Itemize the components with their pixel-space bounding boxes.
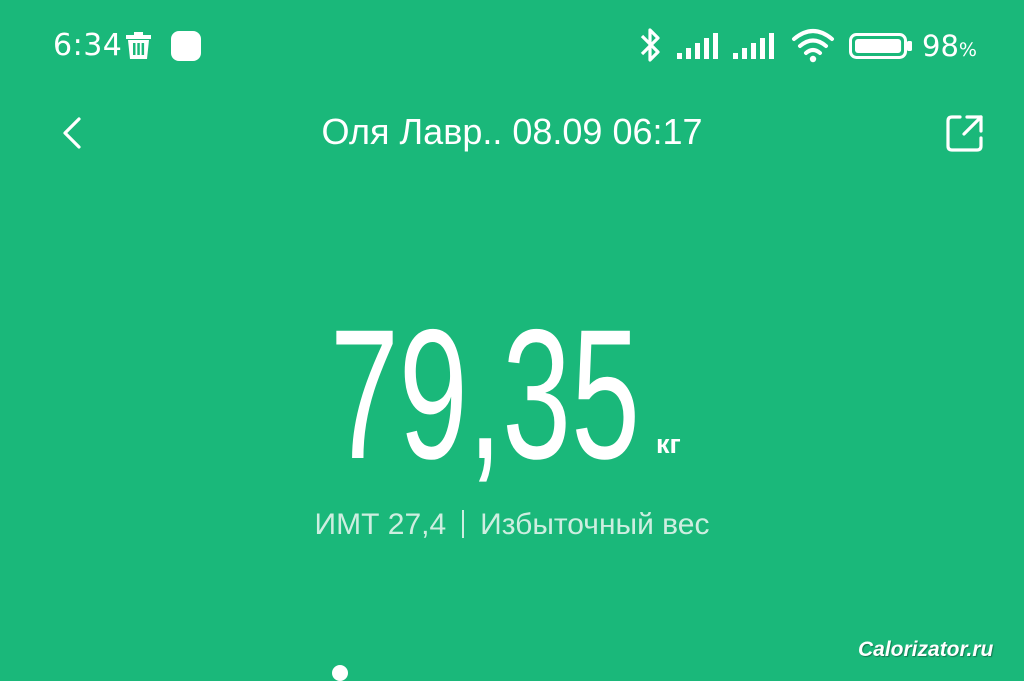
status-time: 6:34 (53, 28, 123, 63)
signal-icon (733, 33, 774, 59)
trash-icon (126, 32, 151, 59)
bmi-value: ИМТ 27,4 (314, 508, 447, 541)
battery-percentage: 98% (922, 29, 977, 63)
bmi-divider (462, 510, 465, 538)
status-bar: 6:34 98% (0, 0, 1024, 92)
page-indicator-dot (332, 665, 348, 681)
signal-icon (677, 33, 718, 59)
bmi-category: Избыточный вес (480, 508, 710, 541)
app-square-icon (171, 31, 201, 61)
weight-display: 79,35 кг (0, 292, 1024, 520)
wifi-icon (792, 29, 834, 63)
share-icon[interactable] (938, 106, 992, 160)
page-title: Оля Лавр.. 08.09 06:17 (321, 111, 703, 152)
weight-value: 79,35 (330, 292, 640, 498)
bmi-info: ИМТ 27,4 Избыточный вес (0, 505, 1024, 545)
chevron-left-icon[interactable] (48, 108, 98, 158)
svg-text:79,35: 79,35 (330, 292, 640, 498)
watermark: Calorizator.ru (858, 638, 994, 661)
header: Оля Лавр.. 08.09 06:17 (0, 100, 1024, 170)
weight-unit: кг (656, 429, 681, 459)
bluetooth-icon (640, 28, 660, 62)
battery-icon (849, 33, 912, 59)
